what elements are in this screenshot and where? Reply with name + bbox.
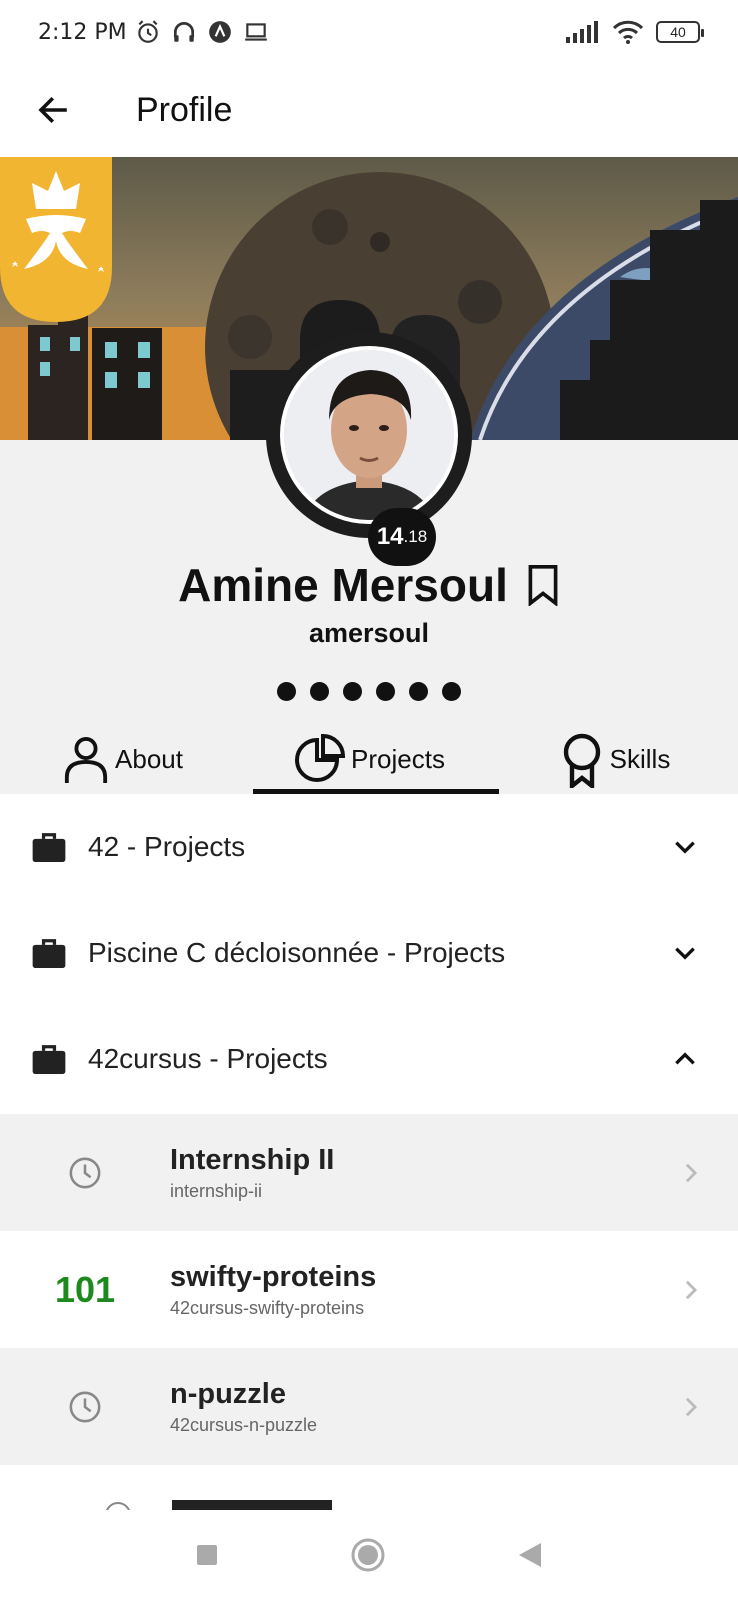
cursus-label: Piscine C décloisonnée - Projects [88, 937, 506, 968]
profile-tabs: About Projects Skills [0, 725, 738, 794]
indicator-dot [310, 682, 329, 701]
project-slug: 42cursus-swifty-proteins [170, 1297, 365, 1318]
system-nav-bar [0, 1510, 738, 1600]
status-time: 2:12 PM [38, 19, 127, 45]
battery-icon: 40 [656, 21, 704, 43]
arrow-left-icon [38, 96, 67, 124]
briefcase-icon [32, 1045, 66, 1074]
project-row-partial [0, 1485, 738, 1510]
chevron-right-icon [685, 1163, 698, 1182]
clock-icon [106, 1500, 332, 1510]
tab-label: About [115, 744, 183, 774]
level-integer: 14 [376, 523, 404, 550]
cursus-row-42cursus[interactable]: 42cursus - Projects [0, 1006, 738, 1112]
tab-about[interactable]: About [0, 725, 246, 794]
indicator-dot [343, 682, 362, 701]
tab-projects[interactable]: Projects [246, 725, 500, 794]
signal-icon [566, 21, 598, 43]
project-row[interactable]: 101 swifty-proteins 42cursus-swifty-prot… [0, 1231, 738, 1348]
status-bar: 2:12 PM 40 [0, 0, 738, 64]
cursus-row-piscine[interactable]: Piscine C décloisonnée - Projects [0, 900, 738, 1006]
tab-label: Projects [351, 744, 445, 774]
clock-icon [69, 1391, 101, 1422]
indicator-dot [376, 682, 395, 701]
user-full-name: Amine Mersoul [178, 559, 508, 611]
headphones-icon [173, 21, 194, 42]
tab-label: Skills [609, 744, 671, 774]
project-name: swifty-proteins [170, 1260, 377, 1293]
user-login: amersoul [308, 618, 430, 648]
bookmark-icon[interactable] [526, 564, 560, 606]
chevron-right-icon [685, 1280, 698, 1299]
indicator-dot [409, 682, 428, 701]
project-row[interactable]: Internship II internship-ii [0, 1114, 738, 1231]
person-icon [64, 736, 108, 783]
cursus-label: 42cursus - Projects [88, 1043, 328, 1074]
project-mark: 101 [54, 1268, 116, 1310]
chevron-up-icon [675, 1052, 695, 1065]
home-button[interactable] [350, 1537, 386, 1573]
user-photo [284, 350, 454, 520]
recents-button[interactable] [195, 1543, 219, 1567]
back-nav-button[interactable] [517, 1541, 543, 1569]
cursus-label: 42 - Projects [88, 831, 246, 862]
project-name: Internship II [170, 1143, 335, 1176]
project-row[interactable]: n-puzzle 42cursus-n-puzzle [0, 1348, 738, 1465]
indicator-dot [442, 682, 461, 701]
cursus-row-42[interactable]: 42 - Projects [0, 794, 738, 900]
avatar-photo [280, 346, 458, 524]
name-row: Amine Mersoul [0, 558, 738, 612]
chevron-right-icon [685, 1397, 698, 1416]
tab-skills[interactable]: Skills [492, 725, 738, 794]
back-button[interactable] [26, 83, 80, 137]
indicator-dots [0, 682, 738, 701]
clock-icon [69, 1157, 101, 1188]
pie-chart-icon [295, 733, 346, 782]
indicator-dot [277, 682, 296, 701]
project-slug: 42cursus-n-puzzle [170, 1414, 318, 1435]
wifi-icon [612, 20, 644, 44]
laptop-icon [244, 23, 267, 41]
briefcase-icon [32, 939, 66, 968]
project-slug: internship-ii [170, 1180, 263, 1201]
avatar[interactable] [266, 332, 472, 538]
app-bar: Profile [0, 64, 738, 156]
briefcase-icon [32, 833, 66, 862]
project-name: n-puzzle [170, 1377, 286, 1410]
level-decimal: .18 [403, 527, 428, 546]
app-notification-icon [208, 21, 231, 43]
badge-icon [563, 733, 600, 788]
chevron-down-icon [675, 947, 695, 960]
chevron-down-icon [675, 841, 695, 854]
page-title: Profile [136, 90, 233, 129]
alarm-icon [137, 20, 158, 43]
